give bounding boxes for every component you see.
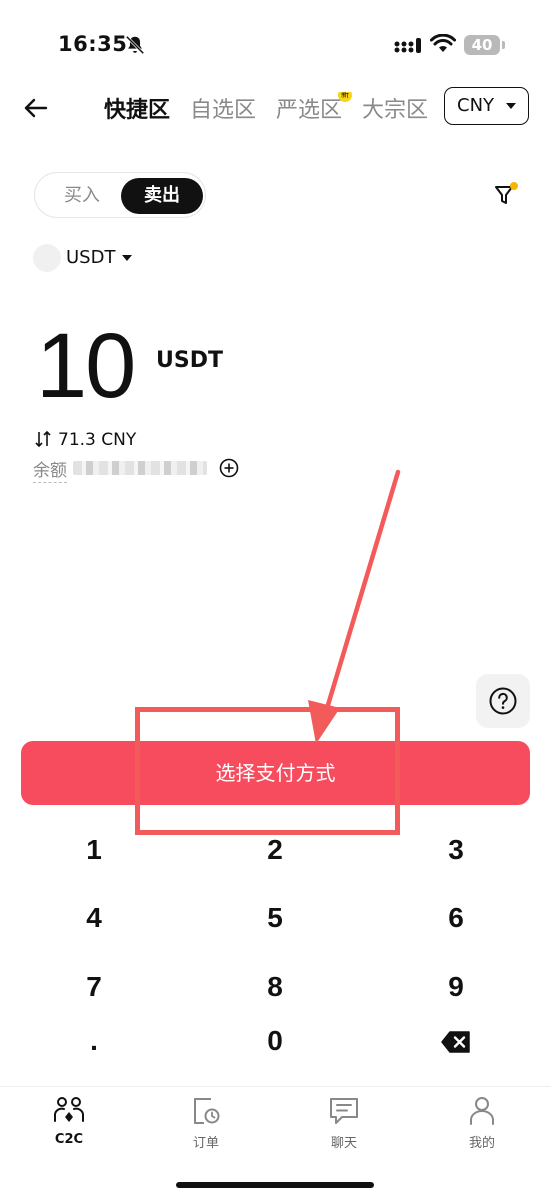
select-payment-button[interactable]: 选择支付方式 xyxy=(21,741,530,805)
tab-bulk[interactable]: 大宗区 xyxy=(362,92,428,124)
bell-muted-icon xyxy=(125,35,145,55)
tab-quick[interactable]: 快捷区 xyxy=(104,92,170,124)
key-8[interactable]: 8 xyxy=(210,962,340,1012)
key-5[interactable]: 5 xyxy=(210,893,340,943)
arrow-left-icon[interactable] xyxy=(22,94,50,122)
swap-vertical-icon xyxy=(35,430,51,448)
battery-level: 40 xyxy=(471,36,493,54)
bottom-tab-label: 订单 xyxy=(192,1136,219,1151)
c2c-people-icon xyxy=(54,1097,84,1122)
conversion-line[interactable]: 71.3 CNY xyxy=(34,430,136,450)
help-button[interactable] xyxy=(476,674,530,728)
key-7[interactable]: 7 xyxy=(29,962,159,1012)
market-tabs: 快捷区 自选区 严选区新大宗区 xyxy=(104,92,438,126)
battery-icon: 40 xyxy=(464,35,500,55)
person-icon xyxy=(470,1097,494,1125)
balance-value-redacted xyxy=(73,461,207,475)
status-bar: 16:35 40 xyxy=(0,0,551,80)
bottom-tab-chat[interactable]: 聊天 xyxy=(299,1095,389,1151)
balance-line: 余额 xyxy=(33,456,207,483)
amount-value: 10 xyxy=(36,315,136,417)
sell-tab[interactable]: 卖出 xyxy=(121,178,203,214)
caret-down-icon xyxy=(506,103,516,109)
key-decimal[interactable]: . xyxy=(29,1016,159,1066)
bottom-tab-orders[interactable]: 订单 xyxy=(161,1095,251,1151)
coin-label: USDT xyxy=(66,247,116,268)
battery-nub xyxy=(502,41,505,49)
filter-icon[interactable] xyxy=(493,182,519,208)
bottom-tab-c2c[interactable]: C2C xyxy=(24,1095,114,1151)
balance-label: 余额 xyxy=(33,456,67,483)
conversion-text: 71.3 CNY xyxy=(58,430,137,450)
key-3[interactable]: 3 xyxy=(391,825,521,875)
key-2[interactable]: 2 xyxy=(210,825,340,875)
status-time: 16:35 xyxy=(58,32,128,56)
backspace-icon[interactable] xyxy=(441,1031,471,1053)
key-6[interactable]: 6 xyxy=(391,893,521,943)
tab-favorites[interactable]: 自选区 xyxy=(190,92,256,124)
bottom-tab-label: 我的 xyxy=(468,1136,495,1151)
currency-select[interactable]: CNY xyxy=(444,87,529,125)
bottom-tab-profile[interactable]: 我的 xyxy=(437,1095,527,1151)
coin-avatar xyxy=(33,244,61,272)
caret-down-icon xyxy=(122,255,132,261)
key-0[interactable]: 0 xyxy=(210,1016,340,1066)
tab-selected-label: 严选区 xyxy=(276,98,343,123)
tab-selected[interactable]: 严选区新 xyxy=(276,92,353,124)
top-nav: 快捷区 自选区 严选区新大宗区 CNY xyxy=(0,80,551,136)
new-badge: 新 xyxy=(338,92,353,102)
key-9[interactable]: 9 xyxy=(391,962,521,1012)
bottom-tab-label: C2C xyxy=(54,1132,84,1147)
chat-bubble-icon xyxy=(330,1098,358,1124)
currency-label: CNY xyxy=(457,95,495,116)
home-indicator xyxy=(176,1182,374,1188)
buy-tab[interactable]: 买入 xyxy=(41,178,123,214)
amount-unit: USDT xyxy=(156,348,223,373)
order-clock-icon xyxy=(194,1098,220,1124)
add-circle-icon[interactable] xyxy=(219,458,239,478)
wifi-icon xyxy=(430,34,456,52)
key-4[interactable]: 4 xyxy=(29,893,159,943)
bottom-tab-label: 聊天 xyxy=(330,1136,357,1151)
buy-sell-toggle: 买入 卖出 xyxy=(34,172,206,218)
key-1[interactable]: 1 xyxy=(29,825,159,875)
question-circle-icon xyxy=(489,687,517,715)
cellular-signal-icon xyxy=(394,38,421,53)
